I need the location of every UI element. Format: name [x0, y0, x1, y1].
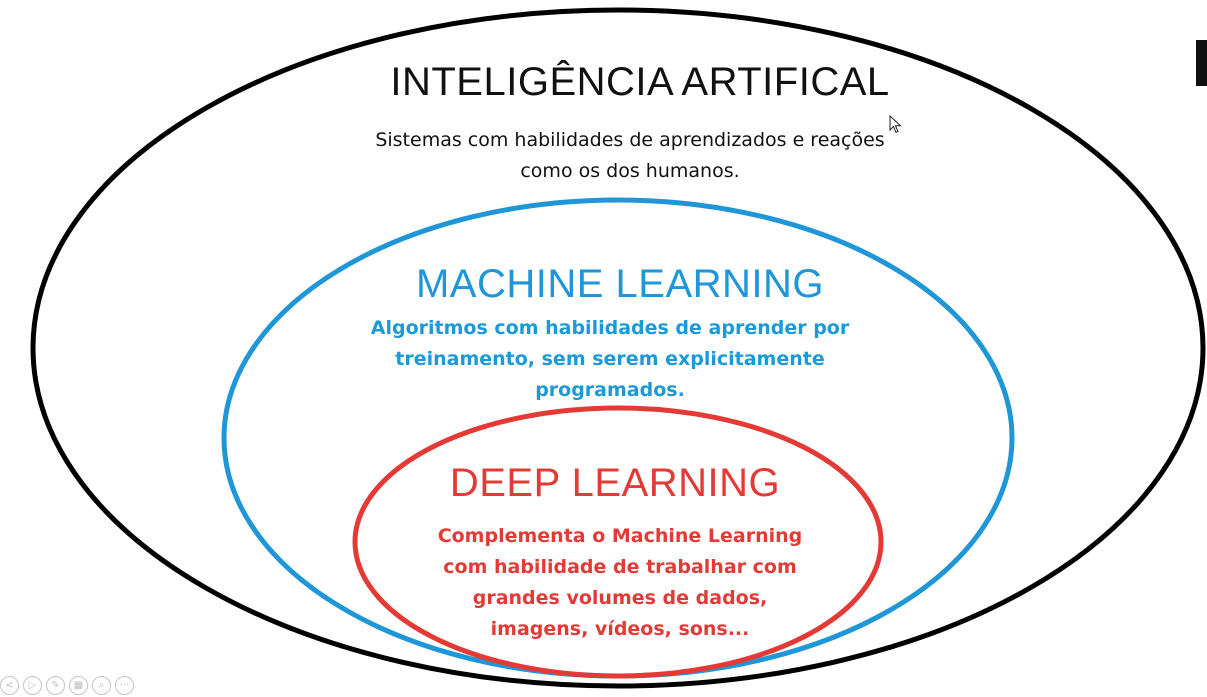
ml-description: Algoritmos com habilidades de aprender p… — [290, 313, 930, 406]
ai-description-line: Sistemas com habilidades de aprendizados… — [375, 129, 885, 151]
play-icon[interactable]: ▷ — [23, 676, 42, 695]
zoom-icon[interactable]: ⌕ — [92, 676, 111, 695]
dl-description-line: Complementa o Machine Learning — [437, 525, 803, 547]
ml-description-line: programados. — [535, 379, 685, 401]
presentation-controls: < ▷ ✎ ▦ ⌕ ··· — [0, 676, 134, 696]
more-icon[interactable]: ··· — [115, 676, 134, 695]
dl-description: Complementa o Machine Learning com habil… — [300, 521, 940, 645]
dl-description-line: com habilidade de trabalhar com — [443, 556, 797, 578]
next-slide-edge — [1196, 40, 1207, 86]
ml-description-line: Algoritmos com habilidades de aprender p… — [370, 317, 850, 339]
ai-description-line: como os dos humanos. — [520, 160, 740, 182]
ai-description: Sistemas com habilidades de aprendizados… — [310, 125, 950, 187]
dl-title: DEEP LEARNING — [449, 461, 781, 505]
slides-icon[interactable]: ▦ — [69, 676, 88, 695]
pen-icon[interactable]: ✎ — [46, 676, 65, 695]
slide: INTELIGÊNCIA ARTIFICAL Sistemas com habi… — [0, 0, 1207, 697]
ml-title: MACHINE LEARNING — [415, 262, 825, 306]
previous-icon[interactable]: < — [0, 676, 19, 695]
mouse-pointer-icon — [889, 115, 902, 134]
dl-description-line: grandes volumes de dados, — [472, 587, 768, 609]
dl-description-line: imagens, vídeos, sons... — [490, 618, 750, 640]
ml-description-line: treinamento, sem serem explicitamente — [395, 348, 825, 370]
ai-title: INTELIGÊNCIA ARTIFICAL — [390, 60, 890, 104]
